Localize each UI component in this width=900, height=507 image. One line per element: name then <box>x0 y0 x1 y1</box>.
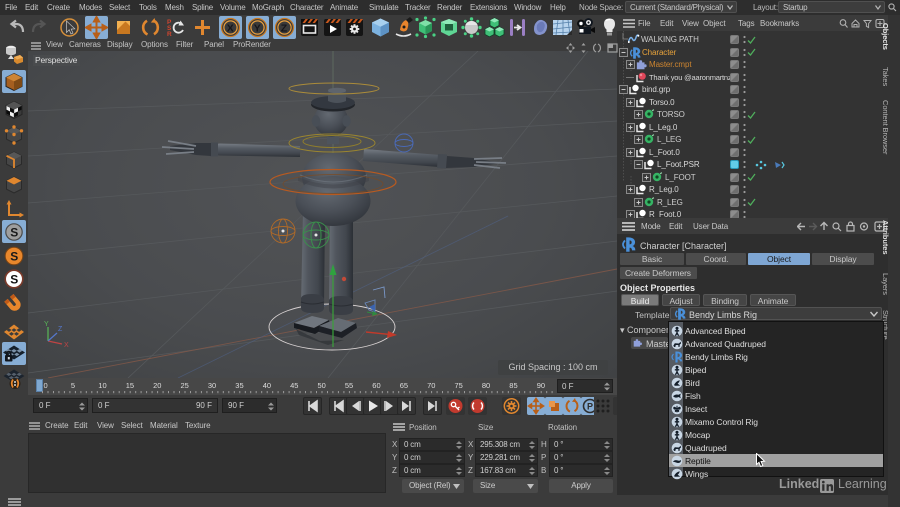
svg-text:S: S <box>10 272 18 286</box>
svg-text:R: R <box>167 31 172 38</box>
svg-text:S: S <box>10 249 18 263</box>
svg-text:Y: Y <box>44 321 49 328</box>
svg-text:P: P <box>587 402 593 412</box>
svg-text:S: S <box>10 225 18 239</box>
svg-text:X: X <box>227 22 234 34</box>
svg-text:Z: Z <box>281 22 288 34</box>
svg-text:Z: Z <box>58 326 63 333</box>
svg-text:X: X <box>64 342 69 349</box>
svg-text:Y: Y <box>254 22 261 34</box>
